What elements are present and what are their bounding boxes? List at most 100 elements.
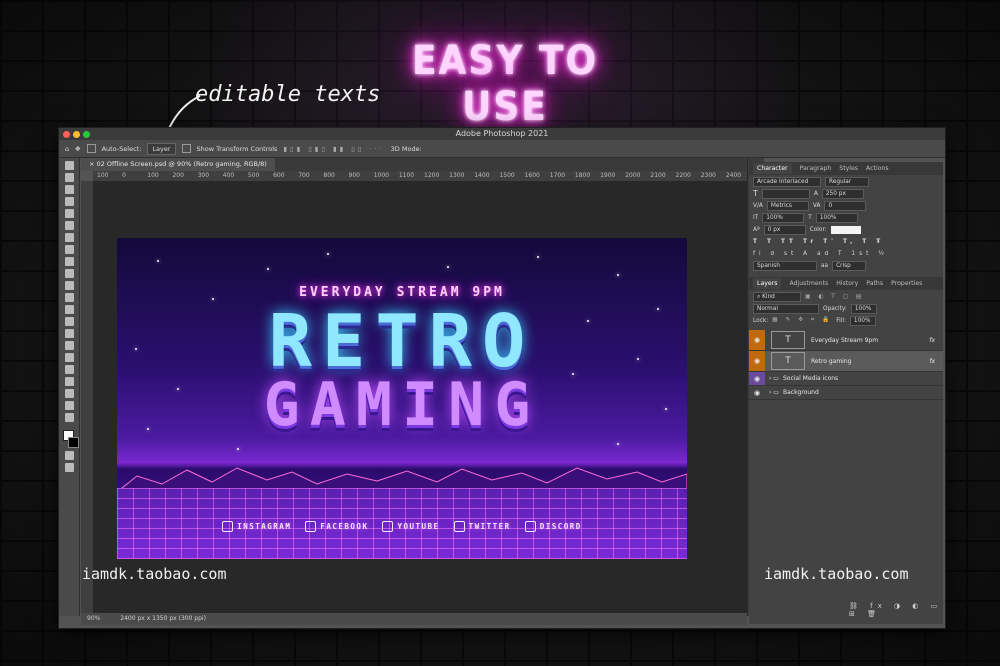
auto-select-checkbox[interactable] xyxy=(86,144,96,153)
more-tools-icon[interactable] xyxy=(64,413,74,422)
fill-field[interactable]: 100% xyxy=(849,315,876,326)
social-links: INSTAGRAM FACEBOOK YOUTUBE TWITTER DISCO… xyxy=(117,521,687,532)
status-bar: 90% 2400 px x 1350 px (300 ppi) xyxy=(81,613,747,625)
layers-panel-tabs: Layers Adjustments History Paths Propert… xyxy=(749,277,943,290)
lock-icons[interactable]: ▦ ✎ ✥ ⌗ 🔒 xyxy=(772,317,832,324)
tab-layers[interactable]: Layers xyxy=(753,278,782,289)
vertical-scale-field[interactable]: 100% xyxy=(762,212,805,223)
dodge-icon[interactable] xyxy=(64,329,74,338)
history-brush-icon[interactable] xyxy=(64,281,74,290)
zoom-icon[interactable] xyxy=(64,401,74,410)
ruler-label: 800 xyxy=(323,172,335,179)
canvas-area[interactable]: EVERYDAY STREAM 9PM RETRO GAMING INSTAGR… xyxy=(93,181,747,613)
hand-icon[interactable] xyxy=(64,389,74,398)
filter-icons[interactable]: ▣ ◐ T ▢ ▤ xyxy=(805,294,864,300)
layer-filter-select[interactable]: ⌕ Kind xyxy=(753,291,801,302)
text-layer-thumbnail: T xyxy=(771,331,805,349)
brush-icon[interactable] xyxy=(64,257,74,266)
tracking-field[interactable]: 0 xyxy=(824,200,867,211)
ruler-label: 2200 xyxy=(675,172,691,179)
tab-actions[interactable]: Actions xyxy=(866,165,889,172)
move-tool-icon[interactable]: ✥ xyxy=(75,145,80,153)
magic-wand-icon[interactable] xyxy=(64,197,74,206)
screen-mode-icon[interactable] xyxy=(64,463,74,472)
quick-mask-icon[interactable] xyxy=(64,451,74,460)
eyedropper-icon[interactable] xyxy=(64,233,74,242)
tab-properties[interactable]: Properties xyxy=(891,280,922,287)
auto-select-dropdown[interactable]: Layer xyxy=(147,142,176,155)
layer-name: Retro gaming xyxy=(811,357,852,365)
document-info: 2400 px x 1350 px (300 ppi) xyxy=(120,615,206,622)
tab-history[interactable]: History xyxy=(836,280,858,287)
font-family-select[interactable]: Arcade Interlaced xyxy=(753,176,821,187)
gradient-icon[interactable] xyxy=(64,305,74,314)
horizontal-ruler: 100 0 100 200 300 400 500 600 700 800 900 1000 1100 1… xyxy=(93,171,747,181)
kerning-field[interactable]: Metrics xyxy=(766,200,809,211)
align-icons[interactable]: ▮▯▮ ▯▮▯ ▮▮ ▯▯ ··· xyxy=(283,145,384,153)
healing-icon[interactable] xyxy=(64,245,74,254)
opacity-label: Opacity: xyxy=(823,305,847,312)
layer-row[interactable]: ◉ › ▭ Social Media icons xyxy=(749,372,943,386)
show-transform-label: Show Transform Controls xyxy=(196,144,278,153)
text-color-swatch[interactable] xyxy=(830,225,861,234)
layer-row[interactable]: ◉ T Retro gaming fx xyxy=(749,351,943,372)
fx-icon[interactable]: fx xyxy=(929,337,935,344)
layer-row[interactable]: ◉ › ▭ Background xyxy=(749,386,943,400)
maximize-button[interactable] xyxy=(83,131,90,138)
eraser-icon[interactable] xyxy=(64,293,74,302)
blend-mode-select[interactable]: Normal xyxy=(753,303,819,314)
font-style-select[interactable]: Regular xyxy=(825,176,869,187)
tab-paragraph[interactable]: Paragraph xyxy=(800,165,832,172)
antialias-select[interactable]: Crisp xyxy=(832,260,867,271)
lasso-icon[interactable] xyxy=(64,185,74,194)
close-button[interactable] xyxy=(63,131,70,138)
rectangle-icon[interactable] xyxy=(64,377,74,386)
layer-row[interactable]: ◉ T Everyday Stream 9pm fx xyxy=(749,330,943,351)
ruler-label: 1200 xyxy=(424,172,440,179)
ruler-label: 300 xyxy=(197,172,210,179)
show-transform-checkbox[interactable] xyxy=(181,144,191,153)
artwork[interactable]: EVERYDAY STREAM 9PM RETRO GAMING INSTAGR… xyxy=(117,238,687,559)
crop-icon[interactable] xyxy=(64,209,74,218)
3d-mode-label: 3D Mode: xyxy=(390,144,422,153)
marquee-icon[interactable] xyxy=(64,173,74,182)
background-color-swatch[interactable] xyxy=(68,437,79,448)
baseline-shift-field[interactable]: 0 px xyxy=(763,224,806,235)
blur-icon[interactable] xyxy=(64,317,74,326)
frame-icon[interactable] xyxy=(64,221,74,230)
font-size-field[interactable] xyxy=(761,188,810,199)
tab-character[interactable]: Character xyxy=(753,163,792,174)
leading-field[interactable]: 250 px xyxy=(821,188,864,199)
horizontal-scale-field[interactable]: 100% xyxy=(815,212,858,223)
fx-icon[interactable]: fx xyxy=(929,358,935,365)
title-retro[interactable]: RETRO xyxy=(117,302,687,380)
eye-icon[interactable]: ◉ xyxy=(749,386,765,399)
eye-icon[interactable]: ◉ xyxy=(749,330,765,350)
tab-styles[interactable]: Styles xyxy=(839,165,858,172)
youtube-icon xyxy=(382,521,394,532)
ruler-label: 1400 xyxy=(474,172,490,179)
zoom-level[interactable]: 90% xyxy=(87,615,100,622)
type-icon[interactable] xyxy=(64,353,74,362)
opentype-buttons[interactable]: fi σ st A ad T 1st ½ xyxy=(749,248,943,259)
tab-adjustments[interactable]: Adjustments xyxy=(789,280,828,287)
eye-icon[interactable]: ◉ xyxy=(749,372,765,385)
stamp-icon[interactable] xyxy=(64,269,74,278)
kerning-icon: V/A xyxy=(753,202,763,209)
title-gaming[interactable]: GAMING xyxy=(117,374,687,436)
layer-name: Social Media icons xyxy=(782,375,839,382)
path-select-icon[interactable] xyxy=(64,365,74,374)
move-icon[interactable] xyxy=(64,161,74,170)
language-select[interactable]: Spanish xyxy=(753,260,817,271)
layer-actions-bar[interactable]: ⛓ fx ◑ ◐ ▭ ⊞ 🗑 xyxy=(849,602,943,618)
minimize-button[interactable] xyxy=(73,131,80,138)
opacity-field[interactable]: 100% xyxy=(850,303,877,314)
tab-paths[interactable]: Paths xyxy=(866,280,883,287)
ruler-label: 1600 xyxy=(524,172,540,179)
home-icon[interactable]: ⌂ xyxy=(65,145,69,153)
layer-name: Background xyxy=(782,389,819,396)
pen-icon[interactable] xyxy=(64,341,74,350)
document-tab[interactable]: × 02 Offline Screen.psd @ 90% (Retro gam… xyxy=(81,158,275,171)
type-style-buttons[interactable]: T T TT Tr T' T, T Ŧ xyxy=(749,236,943,247)
eye-icon[interactable]: ◉ xyxy=(749,351,765,371)
